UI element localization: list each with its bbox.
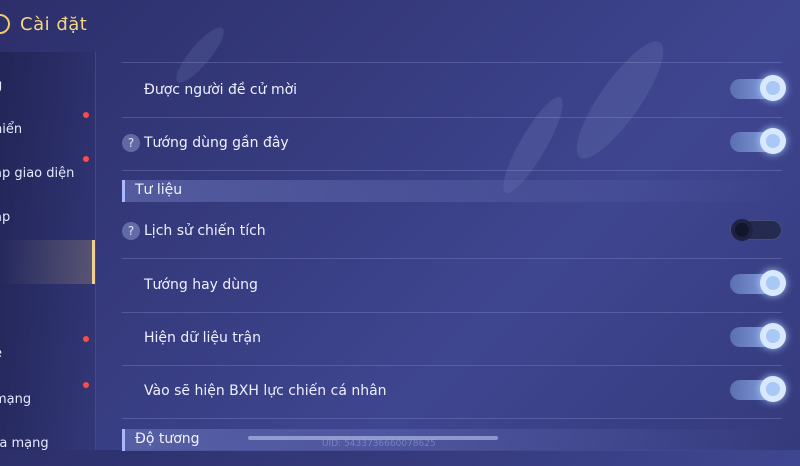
sidebar-item[interactable] — [0, 284, 95, 328]
toggle-knob — [731, 219, 753, 241]
setting-label: Hiện dữ liệu trận — [144, 330, 261, 346]
toggle-switch[interactable] — [730, 270, 786, 296]
notification-dot — [83, 112, 89, 118]
sidebar-item[interactable]: mạng — [0, 378, 95, 422]
sidebar-item-label: ập giao diện — [0, 166, 75, 181]
toggle-knob — [760, 323, 786, 349]
toggle-switch[interactable] — [730, 75, 786, 101]
toggle-knob — [760, 376, 786, 402]
toggle-knob — [760, 270, 786, 296]
setting-row: Vào sẽ hiện BXH lực chiến cá nhân — [122, 365, 786, 419]
toggle-knob — [760, 75, 786, 101]
section-title: Độ tương — [135, 431, 200, 447]
sidebar: g hiển ập giao diện ập ệ mạng ra mạng — [0, 52, 96, 451]
sidebar-item-label: ập — [0, 210, 11, 225]
header-bar: Cài đặt — [0, 0, 800, 52]
active-indicator — [92, 240, 95, 284]
page-title: Cài đặt — [20, 14, 88, 35]
setting-row: Được người đề cử mời — [122, 64, 786, 118]
sidebar-item-label: mạng — [0, 392, 32, 407]
setting-row: Tướng hay dùng — [122, 259, 786, 313]
sidebar-item[interactable]: g — [0, 64, 95, 108]
notification-dot — [83, 156, 89, 162]
back-icon[interactable] — [0, 14, 10, 34]
section-header: Độ tương — [122, 429, 785, 451]
sidebar-item[interactable]: ra mạng — [0, 422, 95, 466]
sidebar-item-label: g — [0, 78, 2, 93]
setting-label: Tướng hay dùng — [144, 277, 258, 293]
divider — [122, 62, 782, 63]
settings-panel: Được người đề cử mời ? Tướng dùng gần đâ… — [122, 52, 786, 451]
toggle-knob — [760, 128, 786, 154]
setting-label: Lịch sử chiến tích — [144, 223, 266, 239]
sidebar-item[interactable]: ập — [0, 196, 95, 240]
toggle-switch[interactable] — [730, 219, 782, 241]
setting-row: ? Tướng dùng gần đây — [122, 117, 786, 171]
toggle-switch[interactable] — [730, 376, 786, 402]
notification-dot — [83, 336, 89, 342]
sidebar-item-label: ệ — [0, 346, 2, 361]
sidebar-item[interactable]: hiển — [0, 108, 95, 152]
uid-watermark: UID: 5433736660078625 — [322, 439, 436, 449]
section-header: Tư liệu — [122, 180, 785, 202]
help-icon[interactable]: ? — [122, 134, 140, 152]
setting-row: ? Lịch sử chiến tích — [122, 205, 782, 259]
sidebar-item-label: hiển — [0, 122, 23, 137]
toggle-switch[interactable] — [730, 323, 786, 349]
sidebar-item-label: ra mạng — [0, 436, 49, 451]
sidebar-item[interactable]: ệ — [0, 332, 95, 376]
setting-label: Vào sẽ hiện BXH lực chiến cá nhân — [144, 383, 387, 399]
section-title: Tư liệu — [135, 182, 183, 198]
toggle-switch[interactable] — [730, 128, 786, 154]
help-icon[interactable]: ? — [122, 222, 140, 240]
notification-dot — [83, 382, 89, 388]
setting-label: Được người đề cử mời — [144, 82, 298, 98]
setting-row: Hiện dữ liệu trận — [122, 312, 786, 366]
sidebar-item[interactable]: ập giao diện — [0, 152, 95, 196]
sidebar-item-active[interactable] — [0, 240, 95, 284]
setting-label: Tướng dùng gần đây — [144, 135, 289, 151]
